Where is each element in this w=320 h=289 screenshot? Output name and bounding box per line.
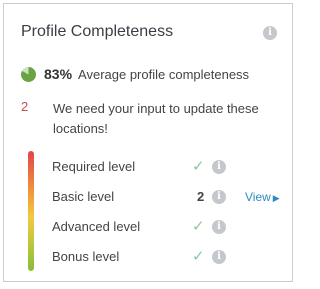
info-icon[interactable]: i	[212, 160, 226, 174]
card-title: Profile Completeness	[21, 23, 174, 40]
view-link-label[interactable]: View	[245, 190, 271, 204]
level-label: Advanced level	[52, 219, 141, 234]
level-gradient-bar	[28, 151, 34, 271]
view-link[interactable]: View ▶	[245, 190, 280, 204]
info-icon[interactable]: i	[212, 220, 226, 234]
alert-text: We need your input to update these locat…	[53, 101, 259, 136]
level-row-required: Required level ✓ i	[52, 157, 292, 177]
level-row-bonus: Bonus level ✓ i	[52, 247, 292, 267]
profile-completeness-card: Profile Completeness i 83% Average profi…	[3, 3, 293, 282]
level-label: Required level	[52, 159, 136, 174]
summary-row: 83% Average profile completeness	[21, 66, 249, 82]
level-label: Basic level	[52, 189, 115, 204]
level-label: Bonus level	[52, 249, 120, 264]
info-icon[interactable]: i	[212, 190, 226, 204]
check-icon: ✓	[192, 218, 205, 235]
check-icon: ✓	[192, 248, 205, 265]
info-icon[interactable]: i	[263, 26, 277, 40]
info-icon[interactable]: i	[212, 250, 226, 264]
summary-text: Average profile completeness	[78, 66, 250, 82]
level-count: 2	[197, 189, 205, 204]
summary-percent: 83%	[44, 66, 73, 82]
pie-chart-icon	[21, 66, 36, 82]
level-row-basic: Basic level 2 i View ▶	[52, 187, 292, 207]
chevron-right-icon: ▶	[272, 193, 280, 203]
check-icon: ✓	[192, 158, 205, 175]
level-row-advanced: Advanced level ✓ i	[52, 217, 292, 237]
alert-count: 2	[21, 99, 29, 114]
